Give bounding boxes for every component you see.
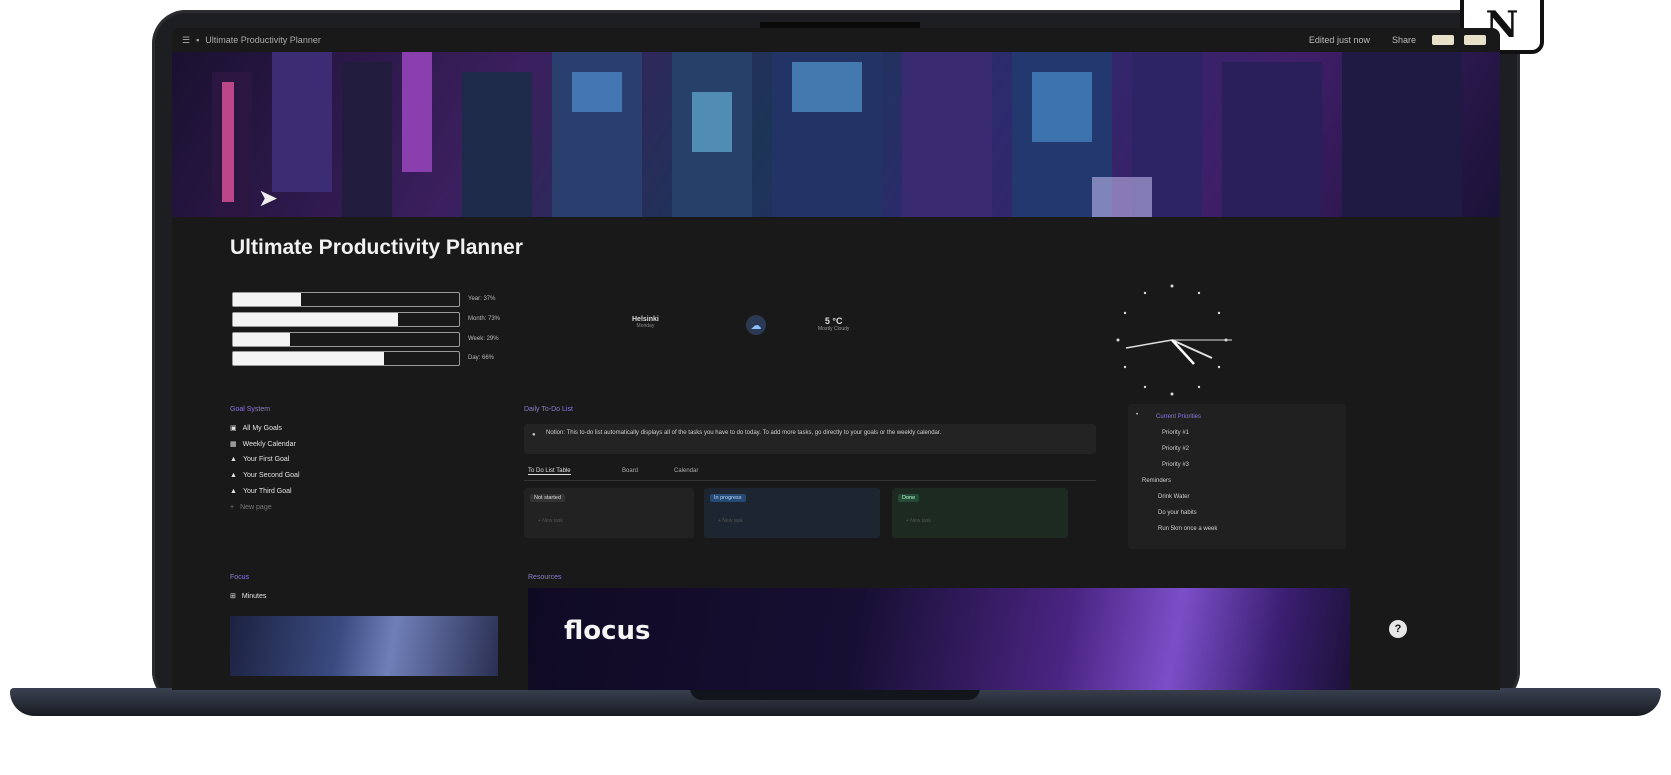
reminders-heading: Reminders	[1142, 478, 1172, 484]
weather-temperature: 5 °C Mostly Cloudy	[818, 316, 849, 332]
goal-nav-label: Your First Goal	[242, 456, 290, 463]
focus-heading: Focus	[230, 574, 250, 581]
reminder-item[interactable]: Drink Water	[1158, 494, 1189, 500]
help-button[interactable]: ?	[1389, 620, 1407, 638]
new-task-link[interactable]: + New task	[906, 518, 931, 524]
info-icon: ●	[532, 432, 536, 438]
weather-temp: 5 °C	[824, 316, 843, 326]
cloud-icon: ☁	[746, 315, 766, 335]
goal-nav-label: Weekly Calendar	[242, 440, 296, 448]
weather-city: Helsinki	[632, 316, 659, 323]
info-callout: ● Notion: This to-do list automatically …	[524, 424, 1096, 454]
priorities-panel: • Current Priorities Priority #1 Priorit…	[1128, 404, 1346, 549]
top-bar: ☰ ▪ Ultimate Productivity Planner Edited…	[172, 28, 1500, 52]
progress-fill	[233, 352, 385, 365]
flocus-banner[interactable]: flocus	[528, 588, 1350, 690]
cyberpunk-city-illustration	[212, 52, 1462, 217]
edited-status: Edited just now	[1308, 35, 1370, 45]
page-icon: ▣	[230, 425, 237, 432]
cursor-icon: ➤	[258, 185, 279, 212]
priority-item[interactable]: Priority #3	[1162, 462, 1189, 468]
tab-table[interactable]: To Do List Table	[528, 468, 571, 475]
minutes-label: Minutes	[241, 592, 267, 600]
reminder-item[interactable]: Do your habits	[1158, 510, 1197, 516]
page-icon: ▦	[230, 441, 237, 448]
progress-bar	[232, 292, 460, 307]
view-tabs: To Do List Table Board Calendar	[524, 468, 1096, 481]
progress-fill	[233, 293, 301, 306]
new-task-link[interactable]: + New task	[718, 518, 743, 524]
goal-nav-item[interactable]: ▲ Your Second Goal	[230, 472, 300, 479]
priorities-heading: Current Priorities	[1156, 414, 1202, 420]
notion-window: ☰ ▪ Ultimate Productivity Planner Edited…	[172, 28, 1500, 690]
status-pill: In progress	[710, 494, 746, 502]
page-title: Ultimate Productivity Planner	[230, 236, 523, 259]
minutes-link[interactable]: ⊞ Minutes	[230, 592, 267, 601]
page-icon: ▪	[196, 35, 200, 45]
progress-bar	[232, 351, 460, 366]
goal-nav-item[interactable]: ▣ All My Goals	[230, 424, 282, 433]
priority-item[interactable]: Priority #1	[1162, 430, 1189, 436]
weather-day: Monday	[636, 323, 655, 329]
share-button[interactable]: Share	[1386, 34, 1422, 46]
bullet-icon: •	[1136, 412, 1139, 418]
flocus-logo: flocus	[564, 616, 651, 646]
new-task-link[interactable]: + New task	[538, 518, 563, 524]
progress-label: Year: 37%	[468, 296, 496, 302]
tab-board[interactable]: Board	[622, 468, 638, 474]
progress-fill	[233, 313, 398, 326]
status-pill: Not started	[530, 494, 565, 502]
weather-location: Helsinki Monday	[632, 316, 659, 329]
goal-nav-label: Your Second Goal	[242, 472, 300, 479]
reminder-item[interactable]: Run 5km once a week	[1158, 526, 1217, 532]
goal-nav-label: All My Goals	[242, 424, 282, 432]
page-icon: ▲	[230, 472, 237, 479]
progress-label: Day: 66%	[468, 355, 495, 361]
resources-heading: Resources	[528, 574, 562, 581]
progress-bar	[232, 312, 460, 327]
goal-nav-item[interactable]: + New page	[230, 504, 272, 511]
cover-image: ➤	[172, 52, 1500, 217]
goal-nav-item[interactable]: ▲ Your First Goal	[230, 456, 289, 463]
focus-image	[230, 616, 498, 676]
sidebar-toggle-icon[interactable]: ☰	[182, 35, 190, 46]
progress-label: Month: 73%	[468, 316, 501, 322]
goal-nav-item[interactable]: ▲ Your Third Goal	[230, 488, 292, 495]
favorite-icon[interactable]	[1432, 35, 1454, 45]
goal-nav-label: Your Third Goal	[242, 488, 292, 495]
board-column-in-progress[interactable]: In progress + New task	[704, 488, 880, 538]
more-options-icon[interactable]	[1464, 35, 1486, 45]
weather-condition: Mostly Cloudy	[818, 326, 850, 332]
progress-fill	[233, 333, 290, 346]
progress-label: Week: 29%	[468, 336, 499, 342]
timer-icon: ⊞	[230, 593, 236, 600]
status-pill: Done	[898, 494, 920, 502]
goal-nav-item[interactable]: ▦ Weekly Calendar	[230, 440, 296, 449]
analog-clock	[1116, 284, 1232, 396]
tab-calendar[interactable]: Calendar	[674, 468, 698, 474]
board-column-not-started[interactable]: Not started + New task	[524, 488, 694, 538]
progress-bar	[232, 332, 460, 347]
goal-nav-label: New page	[240, 504, 272, 511]
priority-item[interactable]: Priority #2	[1162, 446, 1189, 452]
breadcrumb-title[interactable]: Ultimate Productivity Planner	[205, 35, 321, 45]
breadcrumb[interactable]: ☰ ▪ Ultimate Productivity Planner	[182, 35, 321, 46]
plus-icon: +	[230, 504, 235, 511]
page-icon: ▲	[230, 456, 237, 463]
board-column-done[interactable]: Done + New task	[892, 488, 1068, 538]
goal-system-heading: Goal System	[230, 406, 271, 413]
callout-text: Notion: This to-do list automatically di…	[546, 430, 942, 436]
page-icon: ▲	[230, 488, 237, 495]
daily-todo-heading: Daily To-Do List	[524, 406, 573, 413]
